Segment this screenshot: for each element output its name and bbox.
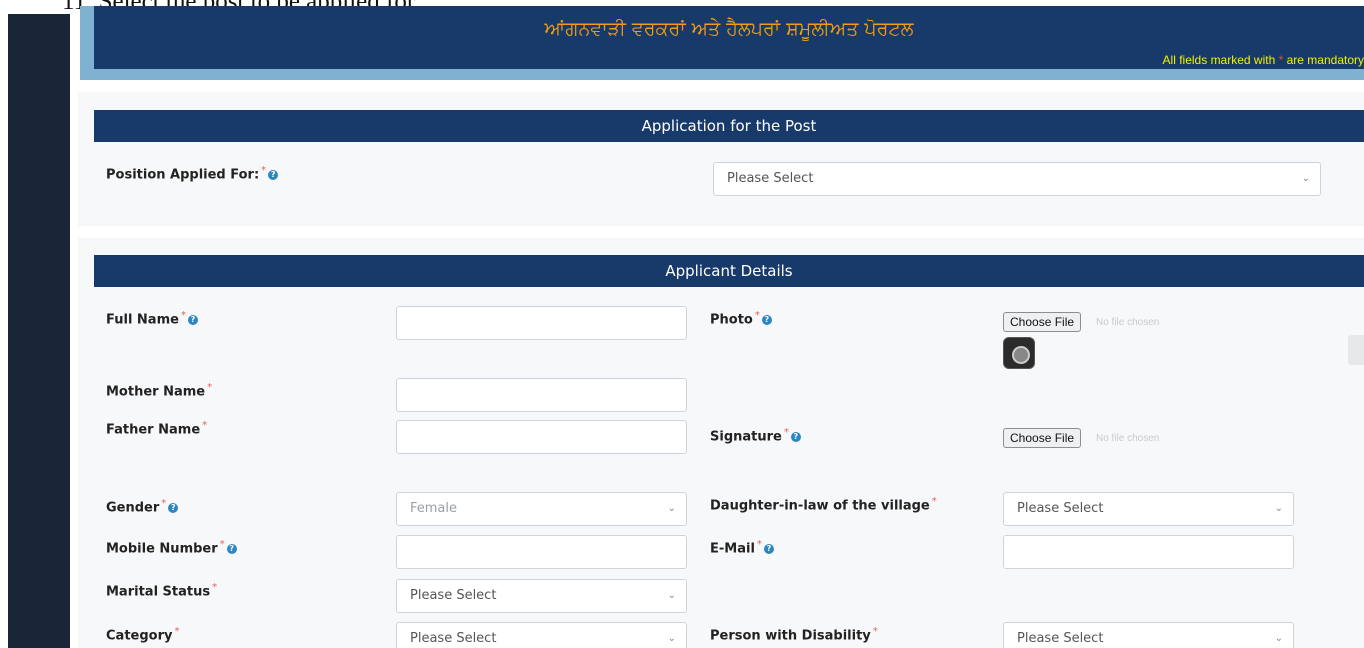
chevron-down-icon: ⌄: [667, 503, 676, 514]
scroll-handle[interactable]: [1348, 335, 1364, 365]
daughter-in-law-select-value: Please Select: [1017, 501, 1104, 516]
email-label: E-Mail *?: [710, 539, 774, 556]
required-marker: *: [219, 539, 225, 550]
mandatory-note-prefix: All fields marked with: [1162, 53, 1276, 67]
applicant-section-header: Applicant Details: [94, 255, 1364, 287]
chevron-down-icon: ⌄: [667, 590, 676, 601]
photo-choose-file-button[interactable]: Choose File: [1003, 312, 1082, 332]
portal-title: ਆਂਗਨਵਾੜੀ ਵਰਕਰਾਂ ਅਤੇ ਹੈਲਪਰਾਂ ਸ਼ਮੂਲੀਅਤ ਪੋਰ…: [544, 18, 914, 40]
required-marker: *: [202, 420, 208, 431]
chevron-down-icon: ⌄: [1274, 503, 1283, 514]
email-label-text: E-Mail: [710, 541, 755, 557]
required-marker: *: [931, 496, 937, 507]
gender-select[interactable]: Female ⌄: [396, 492, 687, 526]
chevron-down-icon: ⌄: [1274, 633, 1283, 644]
full-name-input[interactable]: [396, 306, 687, 340]
position-label: Position Applied For: *?: [106, 165, 279, 183]
position-label-text: Position Applied For:: [106, 167, 260, 183]
email-input[interactable]: [1003, 535, 1294, 569]
daughter-in-law-label-text: Daughter-in-law of the village: [710, 498, 930, 514]
portal-banner-inner: ਆਂਗਨਵਾੜੀ ਵਰਕਰਾਂ ਅਤੇ ਹੈਲਪਰਾਂ ਸ਼ਮੂਲੀਅਤ ਪੋਰ…: [94, 6, 1364, 69]
left-dark-bar: [8, 14, 70, 648]
photo-label: Photo *?: [710, 310, 772, 327]
help-icon[interactable]: ?: [268, 169, 279, 180]
signature-label: Signature *?: [710, 427, 801, 444]
position-select[interactable]: Please Select ⌄: [713, 162, 1321, 196]
category-label: Category *: [106, 626, 179, 643]
position-select-value: Please Select: [727, 171, 814, 186]
required-marker: *: [207, 382, 213, 393]
chevron-down-icon: ⌄: [1301, 173, 1310, 184]
signature-choose-file-button[interactable]: Choose File: [1003, 428, 1082, 448]
help-icon[interactable]: ?: [761, 314, 772, 325]
help-icon[interactable]: ?: [187, 314, 198, 325]
required-marker: *: [783, 427, 789, 438]
disability-select-value: Please Select: [1017, 631, 1104, 646]
photo-label-text: Photo: [710, 312, 753, 328]
disability-label-text: Person with Disability: [710, 628, 871, 644]
mother-name-input[interactable]: [396, 378, 687, 412]
mandatory-note-suffix: are mandatory: [1286, 53, 1364, 67]
required-marker: *: [180, 310, 186, 321]
daughter-in-law-select[interactable]: Please Select ⌄: [1003, 492, 1294, 526]
mother-name-label: Mother Name *: [106, 382, 212, 399]
category-select-value: Please Select: [410, 631, 497, 646]
help-icon[interactable]: ?: [763, 543, 774, 554]
help-icon[interactable]: ?: [168, 502, 179, 513]
full-name-label: Full Name *?: [106, 310, 198, 327]
signature-file-status: No file chosen: [1096, 433, 1160, 444]
mandatory-note: All fields marked with * are mandatory: [1163, 53, 1364, 67]
required-marker: *: [872, 626, 878, 637]
chevron-down-icon: ⌄: [667, 633, 676, 644]
full-name-label-text: Full Name: [106, 312, 179, 328]
gender-select-value: Female: [410, 501, 458, 516]
mandatory-note-star: *: [1278, 53, 1284, 67]
required-marker: *: [174, 626, 180, 637]
marital-status-label: Marital Status *: [106, 582, 217, 599]
category-label-text: Category: [106, 628, 173, 644]
gender-label: Gender *?: [106, 498, 179, 516]
required-marker: *: [261, 165, 267, 176]
photo-file-status: No file chosen: [1096, 317, 1160, 328]
category-select[interactable]: Please Select ⌄: [396, 622, 687, 648]
marital-status-label-text: Marital Status: [106, 584, 211, 600]
disability-label: Person with Disability *: [710, 626, 878, 643]
father-name-label-text: Father Name: [106, 422, 201, 438]
post-section-header: Application for the Post: [94, 110, 1364, 142]
required-marker: *: [756, 539, 762, 550]
daughter-in-law-label: Daughter-in-law of the village *: [710, 496, 937, 513]
father-name-label: Father Name *: [106, 420, 207, 437]
help-icon[interactable]: ?: [790, 431, 801, 442]
help-icon[interactable]: ?: [226, 543, 237, 554]
marital-status-select[interactable]: Please Select ⌄: [396, 579, 687, 613]
mother-name-label-text: Mother Name: [106, 384, 206, 400]
mobile-number-label-text: Mobile Number: [106, 541, 218, 557]
required-marker: *: [212, 582, 218, 593]
signature-label-text: Signature: [710, 429, 782, 445]
marital-status-select-value: Please Select: [410, 588, 497, 603]
camera-icon[interactable]: [1003, 337, 1035, 369]
mobile-number-input[interactable]: [396, 535, 687, 569]
father-name-input[interactable]: [396, 420, 687, 454]
mobile-number-label: Mobile Number *?: [106, 539, 237, 556]
required-marker: *: [754, 310, 760, 321]
disability-select[interactable]: Please Select ⌄: [1003, 622, 1294, 648]
required-marker: *: [161, 498, 167, 509]
gender-label-text: Gender: [106, 500, 160, 516]
